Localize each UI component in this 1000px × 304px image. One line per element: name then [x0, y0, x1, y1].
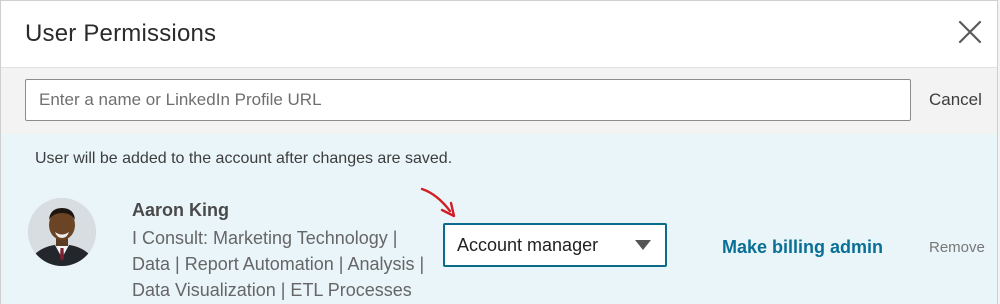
make-billing-admin-button[interactable]: Make billing admin	[722, 237, 883, 258]
annotation-arrow-icon	[420, 187, 456, 218]
role-select-value: Account manager	[457, 235, 599, 255]
user-name: Aaron King	[132, 200, 229, 220]
dialog-header: User Permissions	[1, 1, 997, 68]
search-row: Cancel	[1, 68, 997, 134]
role-select[interactable]: Account manager	[443, 223, 667, 267]
pending-user-panel: User will be added to the account after …	[1, 134, 997, 304]
avatar	[28, 198, 96, 266]
chevron-down-icon	[635, 240, 651, 250]
cancel-button[interactable]: Cancel	[929, 90, 982, 110]
user-headline: I Consult: Marketing Technology | Data |…	[132, 228, 425, 300]
remove-user-button[interactable]: Remove	[929, 239, 985, 256]
user-permissions-dialog: User Permissions Cancel User will be add…	[0, 0, 998, 304]
pending-changes-notice: User will be added to the account after …	[35, 150, 453, 167]
close-button[interactable]	[953, 15, 987, 49]
close-icon	[958, 20, 982, 44]
search-input[interactable]	[25, 79, 911, 121]
dialog-title: User Permissions	[25, 20, 217, 47]
